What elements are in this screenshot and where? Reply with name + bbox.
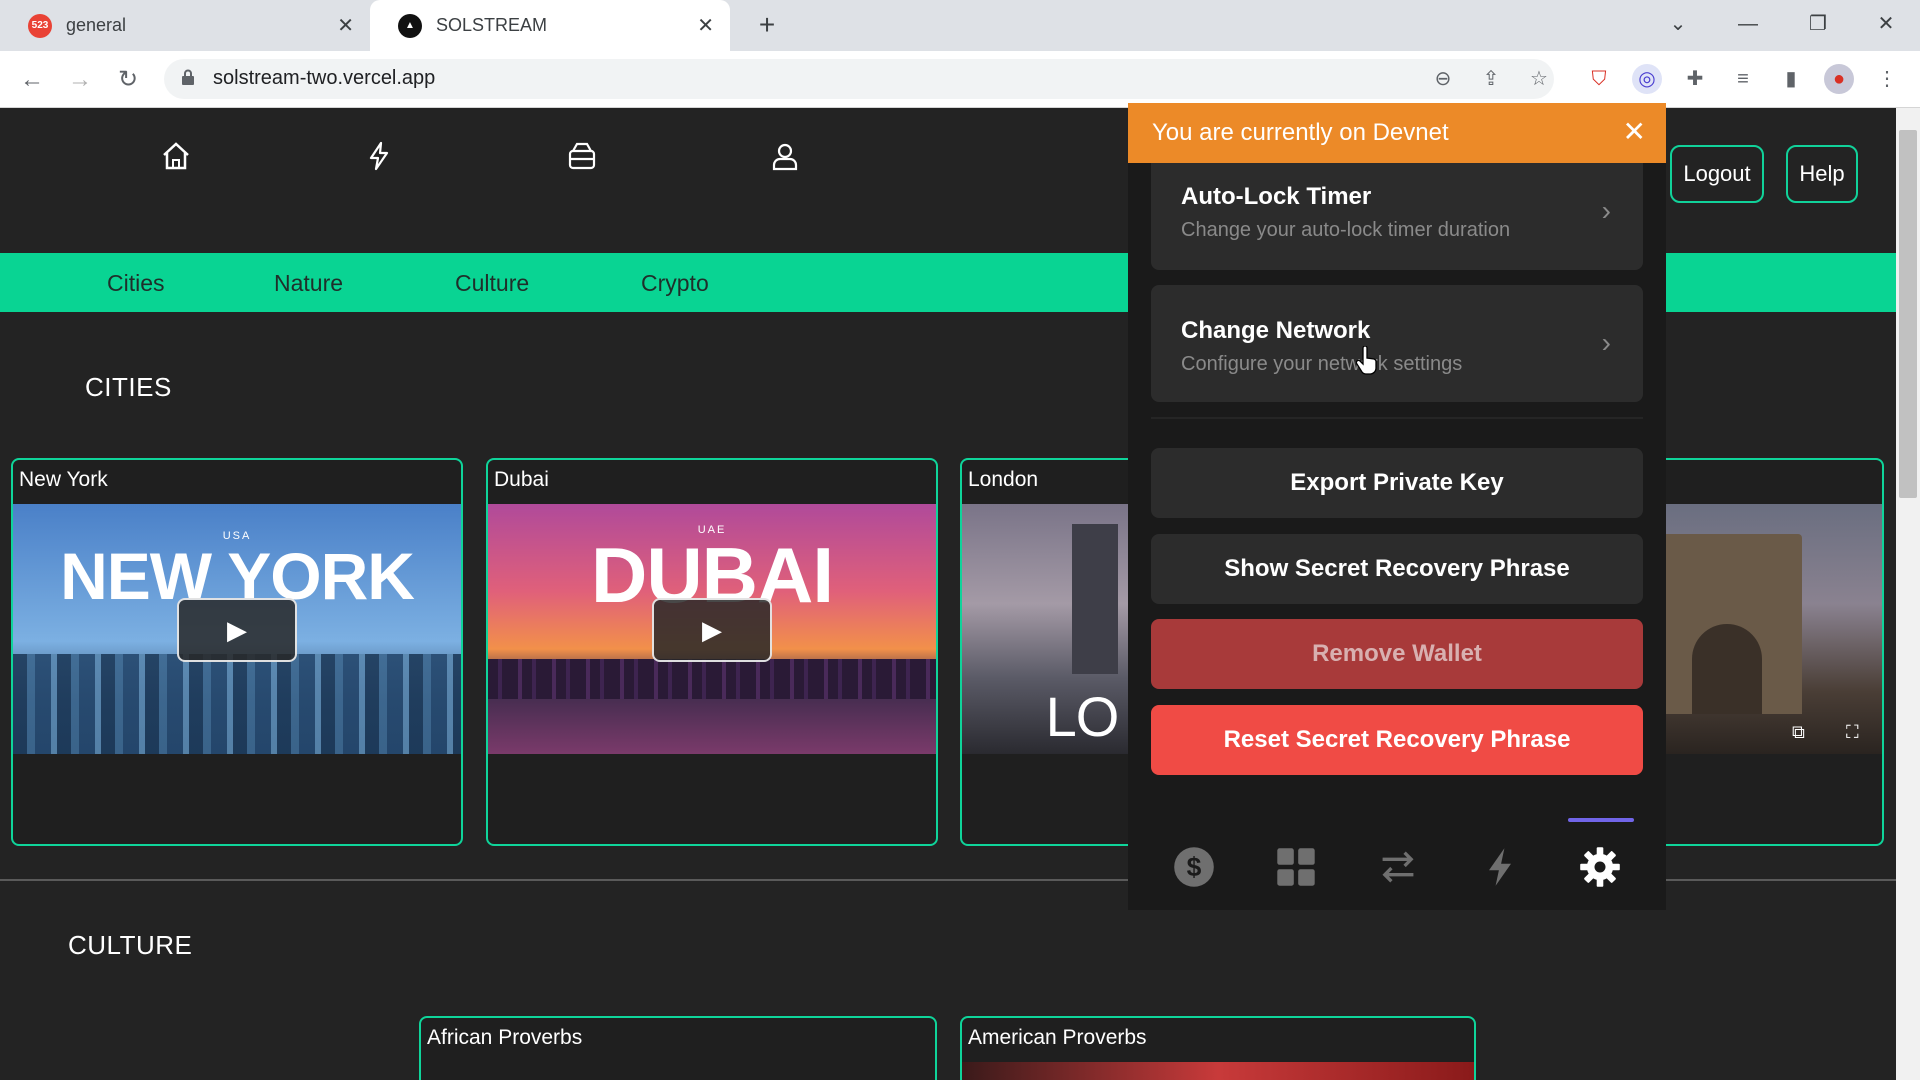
video-thumbnail[interactable]: UAE DUBAI ▶ — [488, 504, 936, 754]
card-title: African Proverbs — [427, 1026, 583, 1049]
picture-in-picture-icon[interactable]: ⧉ — [1792, 722, 1805, 743]
app-favicon-icon: 523 — [28, 13, 52, 38]
show-recovery-phrase-button[interactable]: Show Secret Recovery Phrase — [1151, 534, 1643, 604]
side-panel-icon[interactable]: ▮ — [1776, 64, 1806, 94]
solstream-favicon-icon: ▲ — [398, 13, 422, 38]
card-title: New York — [19, 468, 108, 491]
popup-divider — [1151, 417, 1643, 419]
media-icon[interactable]: ≡ — [1728, 64, 1758, 94]
card-title: London — [968, 468, 1039, 491]
play-button[interactable]: ▶ — [652, 598, 772, 662]
video-card-new-york[interactable]: New York USA NEW YORK ▶ — [11, 458, 463, 846]
avatar[interactable]: ● — [1824, 64, 1854, 94]
back-icon[interactable]: ← — [14, 62, 50, 98]
category-crypto[interactable]: Crypto — [641, 270, 709, 297]
skyline-graphic — [13, 654, 461, 754]
fullscreen-icon[interactable]: ⛶ — [1846, 722, 1859, 743]
category-cities[interactable]: Cities — [107, 270, 165, 297]
arch-opening-graphic — [1692, 624, 1762, 714]
forward-icon[interactable]: → — [62, 62, 98, 98]
network-banner: You are currently on Devnet ✕ — [1128, 103, 1666, 163]
setting-auto-lock-timer[interactable]: Auto-Lock Timer Change your auto-lock ti… — [1151, 163, 1643, 270]
minimize-icon[interactable]: — — [1728, 8, 1768, 40]
video-thumbnail[interactable]: USA NEW YORK ▶ — [13, 504, 461, 754]
video-card-paris[interactable]: ⧉ ⛶ — [1630, 458, 1884, 846]
zoom-icon[interactable]: ⊖ — [1428, 64, 1458, 94]
close-window-icon[interactable]: ✕ — [1866, 8, 1906, 40]
category-nature[interactable]: Nature — [274, 270, 343, 297]
dollar-icon[interactable]: $ — [1172, 845, 1216, 889]
video-card-african-proverbs[interactable]: African Proverbs — [419, 1016, 937, 1080]
extension-shield-icon[interactable]: ⛉ — [1584, 64, 1614, 94]
chevron-right-icon: › — [1601, 195, 1611, 226]
setting-title: Auto-Lock Timer — [1181, 183, 1372, 210]
url-text: solstream-two.vercel.app — [213, 67, 436, 89]
video-card-dubai[interactable]: Dubai UAE DUBAI ▶ — [486, 458, 938, 846]
skyline-graphic — [488, 659, 936, 699]
card-title: American Proverbs — [968, 1026, 1147, 1049]
remove-wallet-button[interactable]: Remove Wallet — [1151, 619, 1643, 689]
setting-subtitle: Configure your network settings — [1181, 353, 1463, 375]
chevron-right-icon: › — [1601, 327, 1611, 358]
banner-text: You are currently on Devnet — [1152, 119, 1449, 146]
menu-kebab-icon[interactable]: ⋮ — [1872, 64, 1902, 94]
setting-title: Change Network — [1181, 317, 1371, 344]
new-tab-icon[interactable]: + — [752, 10, 782, 40]
gear-icon[interactable] — [1578, 845, 1622, 889]
lock-icon — [182, 69, 194, 85]
wallet-extension-icon[interactable]: ◎ — [1632, 64, 1662, 94]
scrollbar-thumb[interactable] — [1899, 130, 1917, 498]
active-tab-indicator — [1568, 818, 1634, 822]
restore-icon[interactable]: ❐ — [1798, 8, 1838, 40]
thumbnail-headline: LO — [1045, 685, 1120, 748]
logout-button[interactable]: Logout — [1670, 145, 1764, 203]
close-tab-icon[interactable]: ✕ — [697, 13, 714, 38]
setting-change-network[interactable]: Change Network Configure your network se… — [1151, 285, 1643, 402]
close-tab-icon[interactable]: ✕ — [337, 13, 354, 38]
tab-general[interactable]: 523 general ✕ — [0, 0, 370, 51]
cities-section-title: CITIES — [85, 372, 172, 402]
setting-subtitle: Change your auto-lock timer duration — [1181, 219, 1511, 241]
bolt-icon[interactable] — [1478, 845, 1522, 889]
tower-graphic — [1072, 524, 1118, 674]
share-icon[interactable]: ⇪ — [1476, 64, 1506, 94]
help-button[interactable]: Help — [1786, 145, 1858, 203]
close-icon[interactable]: ✕ — [1623, 115, 1646, 148]
home-icon[interactable] — [160, 140, 192, 172]
tab-solstream[interactable]: ▲ SOLSTREAM ✕ — [370, 0, 730, 51]
video-thumbnail[interactable]: ⧉ ⛶ — [1632, 504, 1882, 754]
tab-title: general — [66, 15, 127, 35]
reload-icon[interactable]: ↻ — [110, 62, 146, 98]
user-icon[interactable] — [769, 140, 801, 172]
puzzle-icon[interactable]: ✚ — [1680, 64, 1710, 94]
play-button[interactable]: ▶ — [177, 598, 297, 662]
video-thumbnail[interactable] — [962, 1062, 1474, 1080]
bookmark-star-icon[interactable]: ☆ — [1524, 64, 1554, 94]
export-private-key-button[interactable]: Export Private Key — [1151, 448, 1643, 518]
reset-recovery-phrase-button[interactable]: Reset Secret Recovery Phrase — [1151, 705, 1643, 775]
svg-text:$: $ — [1187, 852, 1202, 882]
card-title: Dubai — [494, 468, 549, 491]
wallet-icon[interactable] — [566, 140, 598, 172]
tab-search-icon[interactable]: ⌄ — [1658, 8, 1698, 40]
hand-cursor-icon — [1356, 346, 1377, 375]
bolt-icon[interactable] — [363, 140, 395, 172]
grid-icon[interactable] — [1274, 845, 1318, 889]
category-culture[interactable]: Culture — [455, 270, 529, 297]
video-card-american-proverbs[interactable]: American Proverbs — [960, 1016, 1476, 1080]
culture-section-title: CULTURE — [68, 930, 193, 960]
tab-title: SOLSTREAM — [436, 15, 548, 35]
swap-icon[interactable] — [1376, 845, 1420, 889]
